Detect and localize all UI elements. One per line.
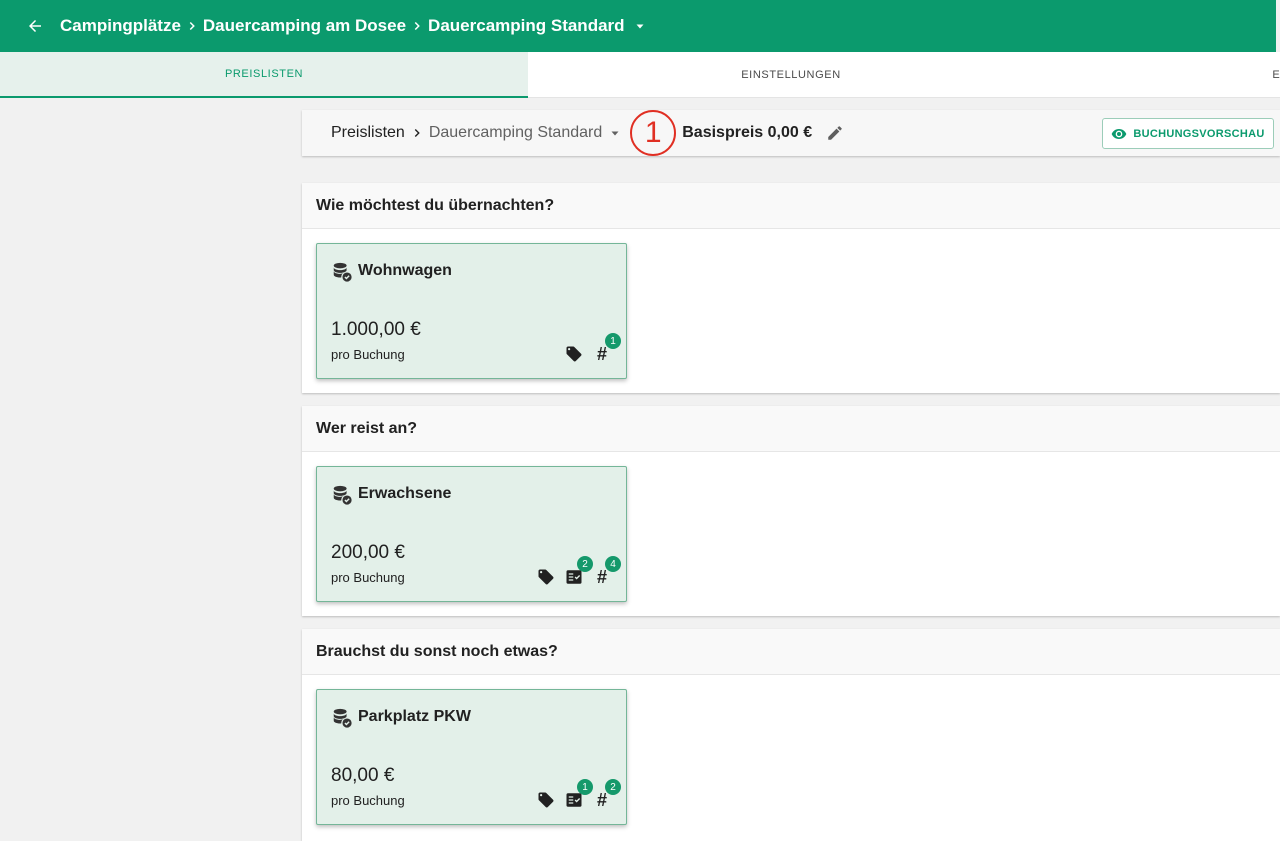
price-item-card[interactable]: Erwachsene 200,00 € pro Buchung 2 # 4 xyxy=(316,466,627,602)
current-pricelist-label[interactable]: Dauercamping Standard xyxy=(429,124,602,142)
item-name: Parkplatz PKW xyxy=(358,708,471,725)
chevron-right-icon xyxy=(181,0,203,52)
item-name: Erwachsene xyxy=(358,485,452,502)
topbar-edge xyxy=(1276,0,1280,52)
section-title: Brauchst du sonst noch etwas? xyxy=(302,629,1280,675)
hash-icon[interactable]: # 4 xyxy=(592,556,621,587)
checklist-count-badge: 1 xyxy=(577,779,593,795)
arrow-left-icon[interactable] xyxy=(10,0,60,52)
caret-down-icon[interactable] xyxy=(625,0,655,52)
section-travellers: Wer reist an? Erwachsene 200,00 € pro Bu… xyxy=(302,406,1280,616)
tag-icon[interactable] xyxy=(564,344,584,364)
item-price: 200,00 € xyxy=(331,542,405,563)
tag-icon[interactable] xyxy=(536,790,556,810)
hash-glyph: # xyxy=(596,790,607,810)
chevron-right-icon xyxy=(405,126,429,140)
hash-icon[interactable]: # 2 xyxy=(592,779,621,810)
eye-icon xyxy=(1112,128,1127,139)
coins-check-icon xyxy=(333,708,352,728)
checklist-count-badge: 2 xyxy=(577,556,593,572)
item-badges: 2 # 4 xyxy=(536,556,621,587)
breadcrumb-campingplaetze[interactable]: Campingplätze xyxy=(60,16,181,36)
tab-third-label: EI xyxy=(1272,69,1280,81)
tab-preislisten[interactable]: PREISLISTEN xyxy=(0,52,528,98)
price-item-card[interactable]: Wohnwagen 1.000,00 € pro Buchung # 1 xyxy=(316,243,627,379)
hash-glyph: # xyxy=(596,344,607,364)
booking-preview-button[interactable]: BUCHUNGSVORSCHAU xyxy=(1102,118,1274,149)
item-unit: pro Buchung xyxy=(331,793,405,808)
item-unit: pro Buchung xyxy=(331,347,405,362)
item-badges: # 1 xyxy=(564,333,621,364)
chevron-right-icon xyxy=(406,0,428,52)
item-price: 80,00 € xyxy=(331,765,395,786)
pricelist-header: Preislisten Dauercamping Standard 1 Basi… xyxy=(302,110,1280,156)
checklist-icon[interactable]: 1 xyxy=(564,779,593,810)
hash-count-badge: 2 xyxy=(605,779,621,795)
section-extras: Brauchst du sonst noch etwas? Parkplatz … xyxy=(302,629,1280,841)
price-item-card[interactable]: Parkplatz PKW 80,00 € pro Buchung 1 # 2 xyxy=(316,689,627,825)
breadcrumb-campingplatz[interactable]: Dauercamping am Dosee xyxy=(203,16,406,36)
section-title: Wer reist an? xyxy=(302,406,1280,452)
section-title: Wie möchtest du übernachten? xyxy=(302,183,1280,229)
tab-einstellungen[interactable]: EINSTELLUNGEN xyxy=(528,52,1054,98)
item-badges: 1 # 2 xyxy=(536,779,621,810)
coins-check-icon xyxy=(333,485,352,505)
breadcrumb-preisliste[interactable]: Dauercamping Standard xyxy=(428,16,625,36)
app-bar: Campingplätze Dauercamping am Dosee Daue… xyxy=(0,0,1280,52)
tab-bar: PREISLISTEN EINSTELLUNGEN EI xyxy=(0,52,1280,98)
hash-count-badge: 4 xyxy=(605,556,621,572)
annotation-marker: 1 xyxy=(630,110,677,156)
breadcrumb-preislisten[interactable]: Preislisten xyxy=(331,124,405,142)
coins-check-icon xyxy=(333,262,352,282)
hash-glyph: # xyxy=(596,567,607,587)
item-name: Wohnwagen xyxy=(358,262,452,279)
pencil-icon[interactable] xyxy=(818,124,852,142)
item-unit: pro Buchung xyxy=(331,570,405,585)
hash-icon[interactable]: # 1 xyxy=(592,333,621,364)
checklist-icon[interactable]: 2 xyxy=(564,556,593,587)
base-price: Basispreis 0,00 € xyxy=(682,124,813,141)
tag-icon[interactable] xyxy=(536,567,556,587)
item-price: 1.000,00 € xyxy=(331,319,421,340)
hash-count-badge: 1 xyxy=(605,333,621,349)
section-accommodation: Wie möchtest du übernachten? Wohnwagen 1… xyxy=(302,183,1280,393)
booking-preview-label: BUCHUNGSVORSCHAU xyxy=(1133,127,1265,140)
caret-down-icon[interactable] xyxy=(602,127,628,139)
tab-third[interactable]: EI xyxy=(1054,52,1280,98)
